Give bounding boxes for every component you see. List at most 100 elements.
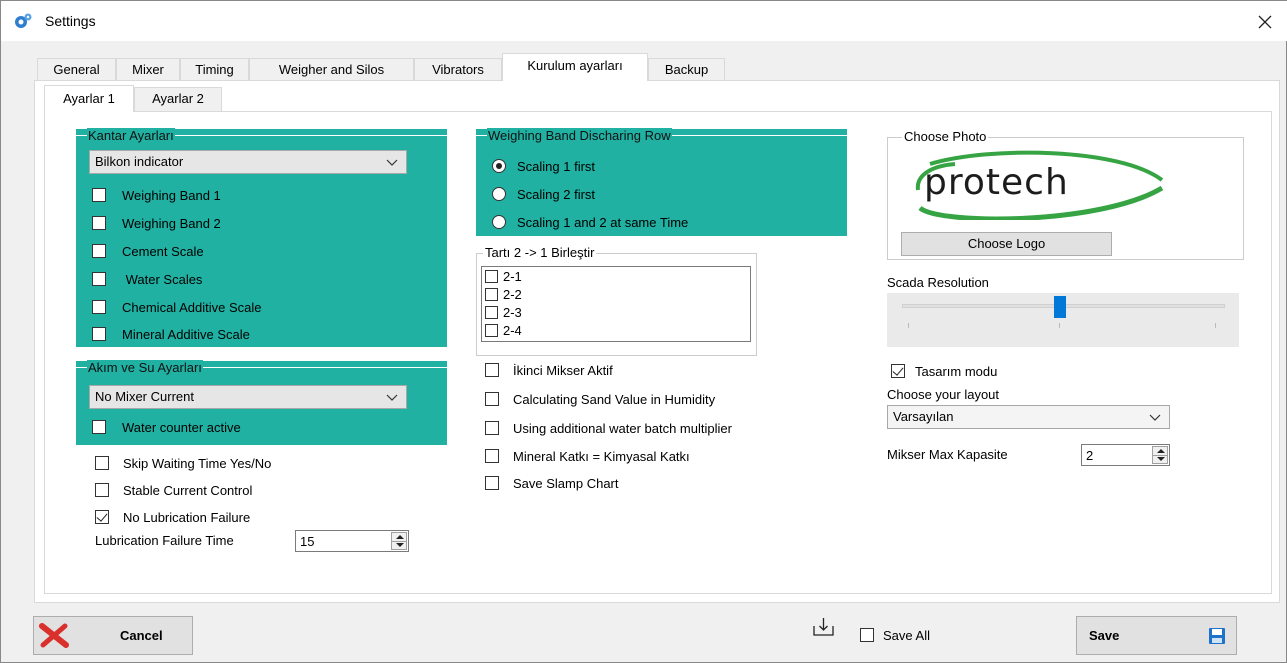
checkbox[interactable] [95, 483, 109, 497]
checkbox[interactable] [485, 305, 498, 319]
scada-resolution-label: Scada Resolution [887, 275, 989, 290]
checkbox[interactable] [485, 323, 498, 337]
stable-current-checkbox[interactable]: Stable Current Control [95, 481, 252, 499]
mineral-kimyasal-checkbox[interactable]: Mineral Katkı = Kimyasal Katkı [485, 447, 690, 465]
tab-backup[interactable]: Backup [648, 58, 725, 81]
skip-waiting-checkbox[interactable]: Skip Waiting Time Yes/No [95, 454, 271, 472]
checkbox[interactable] [92, 244, 106, 258]
mineral-additive-scale-checkbox[interactable]: Mineral Additive Scale [92, 325, 250, 343]
checkbox[interactable] [92, 216, 106, 230]
tab-kurulum-ayarlari[interactable]: Kurulum ayarları [502, 53, 648, 81]
checkbox[interactable] [485, 269, 498, 283]
tab-mixer[interactable]: Mixer [116, 58, 180, 81]
select-value: Varsayılan [893, 409, 954, 424]
scaling-same-time-radio[interactable]: Scaling 1 and 2 at same Time [492, 213, 688, 231]
checkbox-label: Weighing Band 1 [122, 187, 221, 203]
choose-logo-button[interactable]: Choose Logo [901, 232, 1112, 256]
sand-humidity-checkbox[interactable]: Calculating Sand Value in Humidity [485, 390, 715, 408]
checkbox[interactable] [485, 476, 499, 490]
checkbox[interactable] [860, 628, 874, 642]
water-batch-multiplier-checkbox[interactable]: Using additional water batch multiplier [485, 419, 732, 437]
scada-resolution-slider[interactable] [887, 293, 1239, 347]
scaling-1-first-radio[interactable]: Scaling 1 first [492, 157, 595, 175]
checkbox-label: 2-2 [503, 286, 522, 302]
gear-icon [15, 13, 32, 28]
weighing-band-discharging-group: Weighing Band Discharing Row Scaling 1 f… [476, 128, 847, 236]
floppy-disk-icon [1209, 628, 1225, 644]
slider-thumb[interactable] [1054, 296, 1066, 318]
list-item[interactable]: 2-2 [485, 286, 522, 302]
ikinci-mikser-checkbox[interactable]: İkinci Mikser Aktif [485, 361, 613, 379]
checkbox[interactable] [95, 456, 109, 470]
group-title: Weighing Band Discharing Row [487, 128, 672, 143]
logo-text: protech [924, 162, 1069, 203]
group-title: Kantar Ayarları [87, 128, 175, 143]
save-button[interactable]: Save [1076, 616, 1237, 655]
tab-general[interactable]: General [37, 58, 116, 81]
radio-button[interactable] [492, 215, 506, 229]
stepper-buttons[interactable] [1152, 446, 1168, 464]
layout-select[interactable]: Varsayılan [887, 405, 1170, 429]
tarti-checklist[interactable]: 2-1 2-2 2-3 2-4 [481, 266, 751, 342]
checkbox[interactable] [485, 363, 499, 377]
subtab-ayarlar-1[interactable]: Ayarlar 1 [44, 85, 134, 112]
checkbox[interactable] [92, 300, 106, 314]
checkbox[interactable] [485, 287, 498, 301]
radio-label: Scaling 2 first [517, 186, 596, 202]
close-button[interactable] [1242, 1, 1287, 41]
list-item[interactable]: 2-4 [485, 322, 522, 338]
checkbox[interactable] [92, 327, 106, 341]
checkbox-label: 2-1 [503, 268, 522, 284]
checkbox-label: Water counter active [122, 419, 241, 435]
checkbox[interactable] [485, 392, 499, 406]
lubrication-time-stepper[interactable]: 15 [295, 530, 409, 552]
water-counter-checkbox[interactable]: Water counter active [92, 418, 241, 436]
stepper-buttons[interactable] [391, 532, 407, 550]
water-scales-checkbox[interactable]: Water Scales [92, 270, 202, 288]
checkbox-label: Tasarım modu [915, 363, 998, 379]
subtab-ayarlar-2[interactable]: Ayarlar 2 [134, 87, 222, 111]
mixer-current-select[interactable]: No Mixer Current [89, 385, 407, 409]
radio-button[interactable] [492, 159, 506, 173]
group-title: Akım ve Su Ayarları [87, 360, 203, 375]
checkbox[interactable] [92, 272, 106, 286]
cancel-label: Cancel [120, 628, 163, 643]
checkbox[interactable] [92, 188, 106, 202]
tab-vibrators[interactable]: Vibrators [414, 58, 502, 81]
checkbox-label: Using additional water batch multiplier [513, 420, 732, 436]
checkbox-label: 2-4 [503, 322, 522, 338]
list-item[interactable]: 2-1 [485, 268, 522, 284]
tab-timing[interactable]: Timing [180, 58, 249, 81]
mikser-kapasite-stepper[interactable]: 2 [1081, 444, 1170, 466]
radio-label: Scaling 1 and 2 at same Time [517, 214, 689, 230]
checkbox[interactable] [891, 364, 905, 378]
checkbox-label: Save All [883, 627, 930, 643]
tab-weigher-and-silos[interactable]: Weigher and Silos [249, 58, 414, 81]
cancel-button[interactable]: Cancel [33, 616, 193, 655]
tasarim-modu-checkbox[interactable]: Tasarım modu [891, 362, 997, 380]
company-logo: protech [900, 150, 1170, 222]
checkbox-label: İkinci Mikser Aktif [513, 362, 613, 378]
save-all-checkbox[interactable]: Save All [860, 626, 930, 644]
list-item[interactable]: 2-3 [485, 305, 522, 320]
select-value: Bilkon indicator [95, 154, 184, 169]
checkbox[interactable] [95, 510, 109, 524]
chemical-additive-scale-checkbox[interactable]: Chemical Additive Scale [92, 298, 261, 316]
save-slamp-chart-checkbox[interactable]: Save Slamp Chart [485, 474, 619, 492]
checkbox[interactable] [92, 420, 106, 434]
checkbox-label: Mineral Katkı = Kimyasal Katkı [513, 448, 690, 464]
checkbox[interactable] [485, 421, 499, 435]
no-lubrication-checkbox[interactable]: No Lubrication Failure [95, 508, 250, 526]
scaling-2-first-radio[interactable]: Scaling 2 first [492, 185, 595, 203]
weighing-band-2-checkbox[interactable]: Weighing Band 2 [92, 214, 221, 232]
cement-scale-checkbox[interactable]: Cement Scale [92, 242, 204, 260]
chevron-down-icon [386, 159, 398, 166]
kantar-ayarlari-group: Kantar Ayarları Bilkon indicator Weighin… [76, 128, 447, 347]
checkbox[interactable] [485, 449, 499, 463]
radio-button[interactable] [492, 187, 506, 201]
save-label: Save [1089, 628, 1120, 643]
akim-ve-su-ayarlari-group: Akım ve Su Ayarları No Mixer Current Wat… [76, 360, 447, 445]
weighing-band-1-checkbox[interactable]: Weighing Band 1 [92, 186, 221, 204]
checkbox-label: No Lubrication Failure [123, 509, 251, 525]
indicator-select[interactable]: Bilkon indicator [89, 150, 407, 174]
